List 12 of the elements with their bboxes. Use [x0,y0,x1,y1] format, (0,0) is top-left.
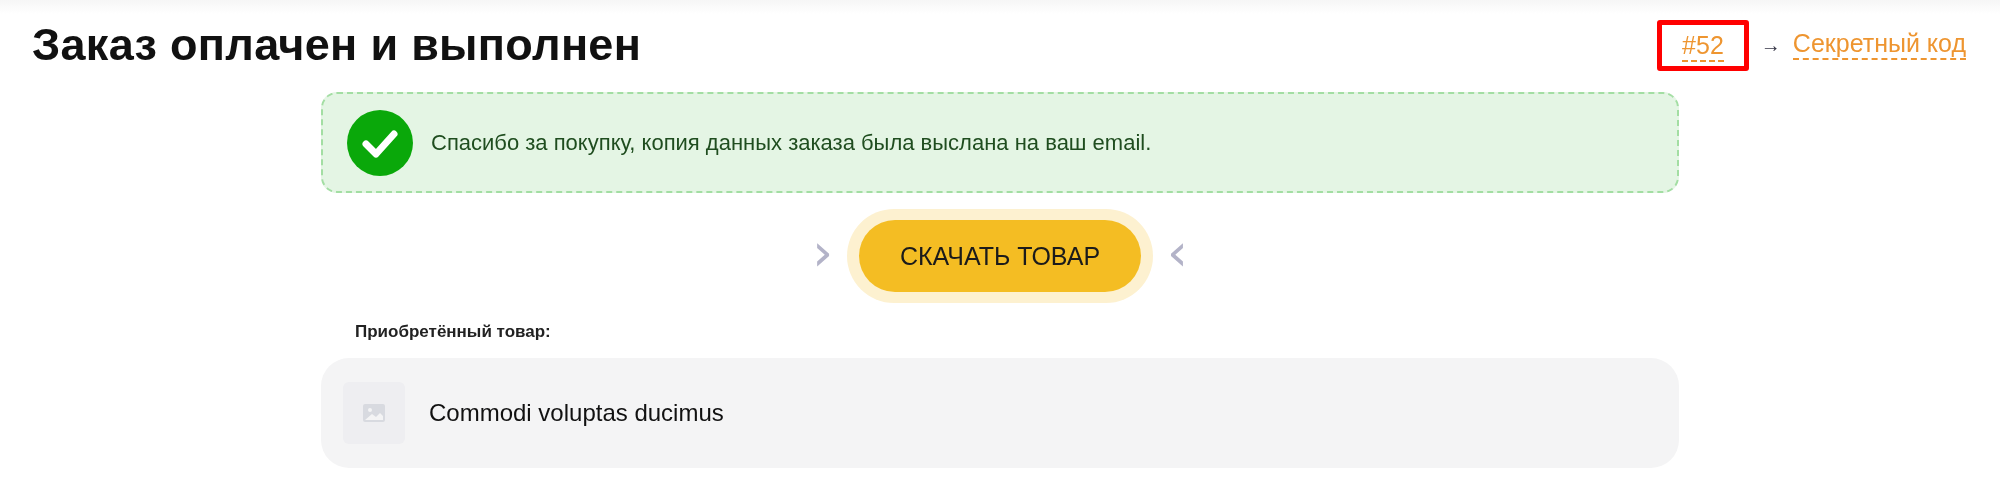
order-number-link[interactable]: #52 [1682,30,1724,62]
secret-code-link[interactable]: Секретный код [1792,29,1966,61]
download-button[interactable]: СКАЧАТЬ ТОВАР [859,220,1141,292]
section-label: Приобретённый товар: [355,322,552,342]
chevron-right-icon: › [812,226,833,286]
image-placeholder-icon [343,382,405,444]
check-icon [347,109,413,176]
product-name: Commodi voluptas ducimus [429,398,724,428]
notice-text: Спасибо за покупку, копия данных заказа была выслана на ваш email. [431,129,1152,156]
arrow-text: → [1760,33,1781,57]
page-title: Заказ оплачен и выполнен [32,19,642,71]
chevron-left-icon: ‹ [1167,226,1188,286]
